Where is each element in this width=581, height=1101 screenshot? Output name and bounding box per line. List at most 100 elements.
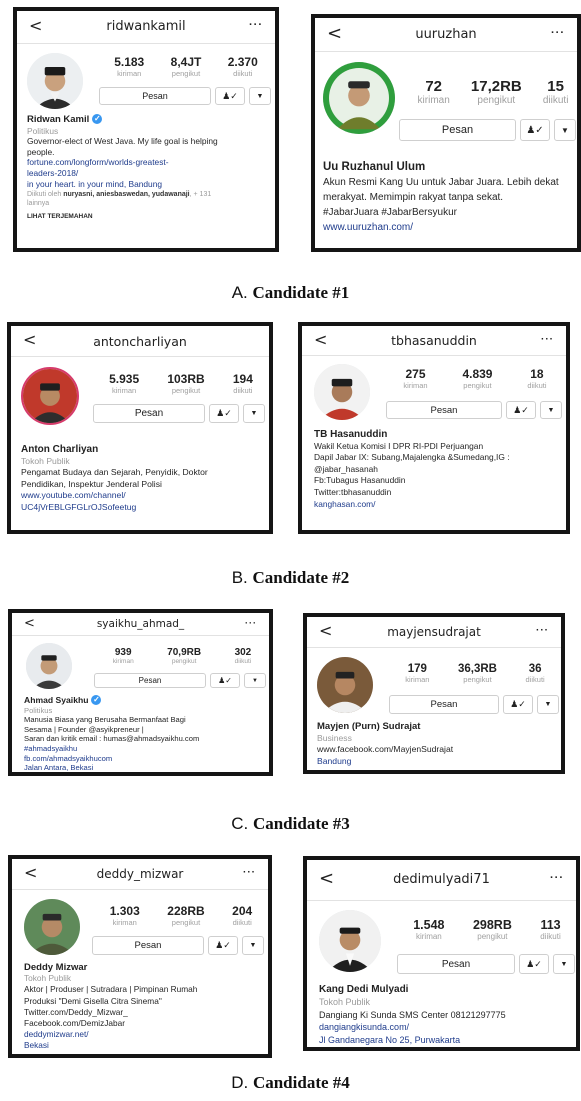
avatar[interactable] (323, 62, 395, 134)
avatar[interactable] (314, 364, 370, 420)
stat-followers[interactable]: 298RB pengikut (473, 918, 512, 941)
avatar[interactable] (21, 367, 79, 425)
stat-following[interactable]: 15 diikuti (543, 78, 569, 106)
figure-caption-c: C. Candidate #3 (231, 814, 350, 833)
followed-by-more[interactable]: lainnya (27, 199, 275, 208)
stat-followers[interactable]: 228RB pengikut (167, 904, 204, 927)
profile-header: < deddy_mizwar ··· (12, 859, 268, 890)
avatar-photo-icon (27, 53, 83, 109)
stat-followers[interactable]: 8,4JT pengikut (171, 55, 202, 78)
bio-hashtag[interactable]: #ahmadsyaikhu (24, 744, 269, 754)
message-button[interactable]: Pesan (386, 401, 502, 419)
message-button[interactable]: Pesan (92, 936, 204, 955)
bio-location[interactable]: Bandung (317, 756, 561, 768)
more-options-icon[interactable]: ··· (551, 27, 565, 39)
following-button[interactable]: ♟✓ (520, 119, 550, 141)
avatar[interactable] (317, 657, 373, 713)
back-chevron-icon[interactable]: < (319, 870, 334, 888)
message-button[interactable]: Pesan (389, 695, 499, 714)
stat-following[interactable]: 194 diikuti (233, 372, 253, 395)
profile-stats: 275 kiriman 4.839 pengikut 18 diikuti (386, 367, 564, 390)
message-button[interactable]: Pesan (397, 954, 515, 974)
following-button[interactable]: ♟✓ (503, 695, 533, 714)
profile-bio: Ridwan Kamil ✓ Politikus Governor-elect o… (27, 114, 275, 223)
message-button[interactable]: Pesan (94, 673, 206, 688)
back-chevron-icon[interactable]: < (327, 25, 342, 43)
back-chevron-icon[interactable]: < (23, 332, 36, 348)
bio-link[interactable]: fb.com/ahmadsyaikhucom (24, 754, 269, 764)
profile-stats: 939 kiriman 70,9RB pengikut 302 diikuti (96, 647, 268, 665)
suggestions-dropdown-button[interactable]: ▼ (243, 404, 265, 423)
stat-following[interactable]: 113 diikuti (540, 918, 560, 941)
avatar[interactable] (26, 643, 72, 689)
message-button[interactable]: Pesan (399, 119, 516, 141)
more-options-icon[interactable]: ··· (536, 625, 549, 636)
profile-bio: Anton Charliyan Tokoh Publik Pengamat Bu… (21, 444, 269, 514)
suggestions-dropdown-button[interactable]: ▼ (553, 954, 575, 974)
avatar-photo-icon (319, 910, 381, 972)
more-options-icon[interactable]: ··· (245, 618, 257, 628)
suggestions-dropdown-button[interactable]: ▼ (540, 401, 562, 419)
back-chevron-icon[interactable]: < (319, 623, 332, 639)
more-options-icon[interactable]: ··· (550, 872, 564, 884)
bio-location[interactable]: Bekasi (24, 1040, 268, 1051)
suggestions-dropdown-button[interactable]: ▼ (554, 119, 576, 141)
stat-following[interactable]: 302 diikuti (235, 647, 252, 665)
stat-followers[interactable]: 103RB pengikut (167, 372, 204, 395)
back-chevron-icon[interactable]: < (24, 865, 37, 881)
bio-link[interactable]: leaders-2018/ (27, 168, 275, 179)
stat-following[interactable]: 18 diikuti (527, 367, 546, 390)
stat-followers[interactable]: 4.839 pengikut (462, 367, 492, 390)
avatar[interactable] (24, 899, 80, 955)
bio-line: people. (27, 146, 55, 157)
following-button[interactable]: ♟✓ (215, 87, 245, 105)
following-button[interactable]: ♟✓ (208, 936, 238, 955)
stat-followers[interactable]: 70,9RB pengikut (167, 647, 201, 665)
profile-bio: TB Hasanuddin Wakil Ketua Komisi I DPR R… (314, 429, 566, 510)
suggestions-dropdown-button[interactable]: ▼ (242, 936, 264, 955)
message-button[interactable]: Pesan (99, 87, 211, 105)
profile-username: mayjensudrajat (387, 625, 481, 639)
following-button[interactable]: ♟✓ (210, 673, 240, 688)
bio-line: Produksi "Demi Gisella Citra Sinema" (24, 995, 162, 1006)
bio-link[interactable]: www.youtube.com/channel/ (21, 490, 269, 502)
profile-bio: Uu Ruzhanul Ulum Akun Resmi Kang Uu untu… (323, 160, 577, 235)
bio-line: Manusia Biasa yang Berusaha Bermanfaat B… (24, 715, 186, 725)
more-options-icon[interactable]: ··· (243, 867, 256, 878)
bio-link[interactable]: dangiangkisunda.com/ (319, 1021, 576, 1033)
profile-category: Tokoh Publik (21, 455, 70, 466)
following-button[interactable]: ♟✓ (209, 404, 239, 423)
bio-location[interactable]: in your heart. in your mind, Bandung (27, 179, 275, 190)
stat-followers[interactable]: 36,3RB pengikut (458, 663, 497, 684)
followed-by-text[interactable]: Diikuti oleh nuryasni, aniesbaswedan, yu… (27, 190, 275, 199)
see-translation-link[interactable]: LIHAT TERJEMAHAN (27, 212, 275, 223)
stat-following[interactable]: 36 diikuti (526, 663, 545, 684)
profile-category: Politikus (27, 125, 59, 136)
bio-link[interactable]: kanghasan.com/ (314, 499, 566, 511)
suggestions-dropdown-button[interactable]: ▼ (537, 695, 559, 714)
avatar[interactable] (319, 910, 381, 972)
bio-link[interactable]: www.uuruzhan.com/ (323, 220, 577, 235)
profile-stats: 1.548 kiriman 298RB pengikut 113 diikuti (399, 918, 575, 941)
stat-following[interactable]: 204 diikuti (232, 904, 252, 927)
following-button[interactable]: ♟✓ (519, 954, 549, 974)
back-chevron-icon[interactable]: < (29, 18, 42, 34)
bio-link[interactable]: fortune.com/longform/worlds-greatest- (27, 157, 275, 168)
stat-following[interactable]: 2.370 diikuti (228, 55, 258, 78)
caret-down-icon: ▼ (560, 960, 568, 968)
suggestions-dropdown-button[interactable]: ▼ (249, 87, 271, 105)
profile-actions: Pesan ♟✓ ▼ (99, 87, 271, 105)
bio-link[interactable]: deddymizwar.net/ (24, 1029, 268, 1040)
suggestions-dropdown-button[interactable]: ▼ (244, 673, 266, 688)
bio-location[interactable]: Jalan Antara, Bekasi (24, 763, 269, 772)
back-chevron-icon[interactable]: < (24, 617, 35, 630)
more-options-icon[interactable]: ··· (541, 334, 554, 345)
back-chevron-icon[interactable]: < (314, 332, 327, 348)
stat-followers[interactable]: 17,2RB pengikut (471, 78, 522, 106)
message-button[interactable]: Pesan (93, 404, 205, 423)
following-button[interactable]: ♟✓ (506, 401, 536, 419)
bio-location[interactable]: Jl Gandanegara No 25, Purwakarta (319, 1034, 576, 1046)
avatar[interactable] (27, 53, 83, 109)
bio-link[interactable]: UC4jVrEBLGFGLrOJSofeetug (21, 502, 269, 514)
more-options-icon[interactable]: ··· (249, 19, 263, 31)
